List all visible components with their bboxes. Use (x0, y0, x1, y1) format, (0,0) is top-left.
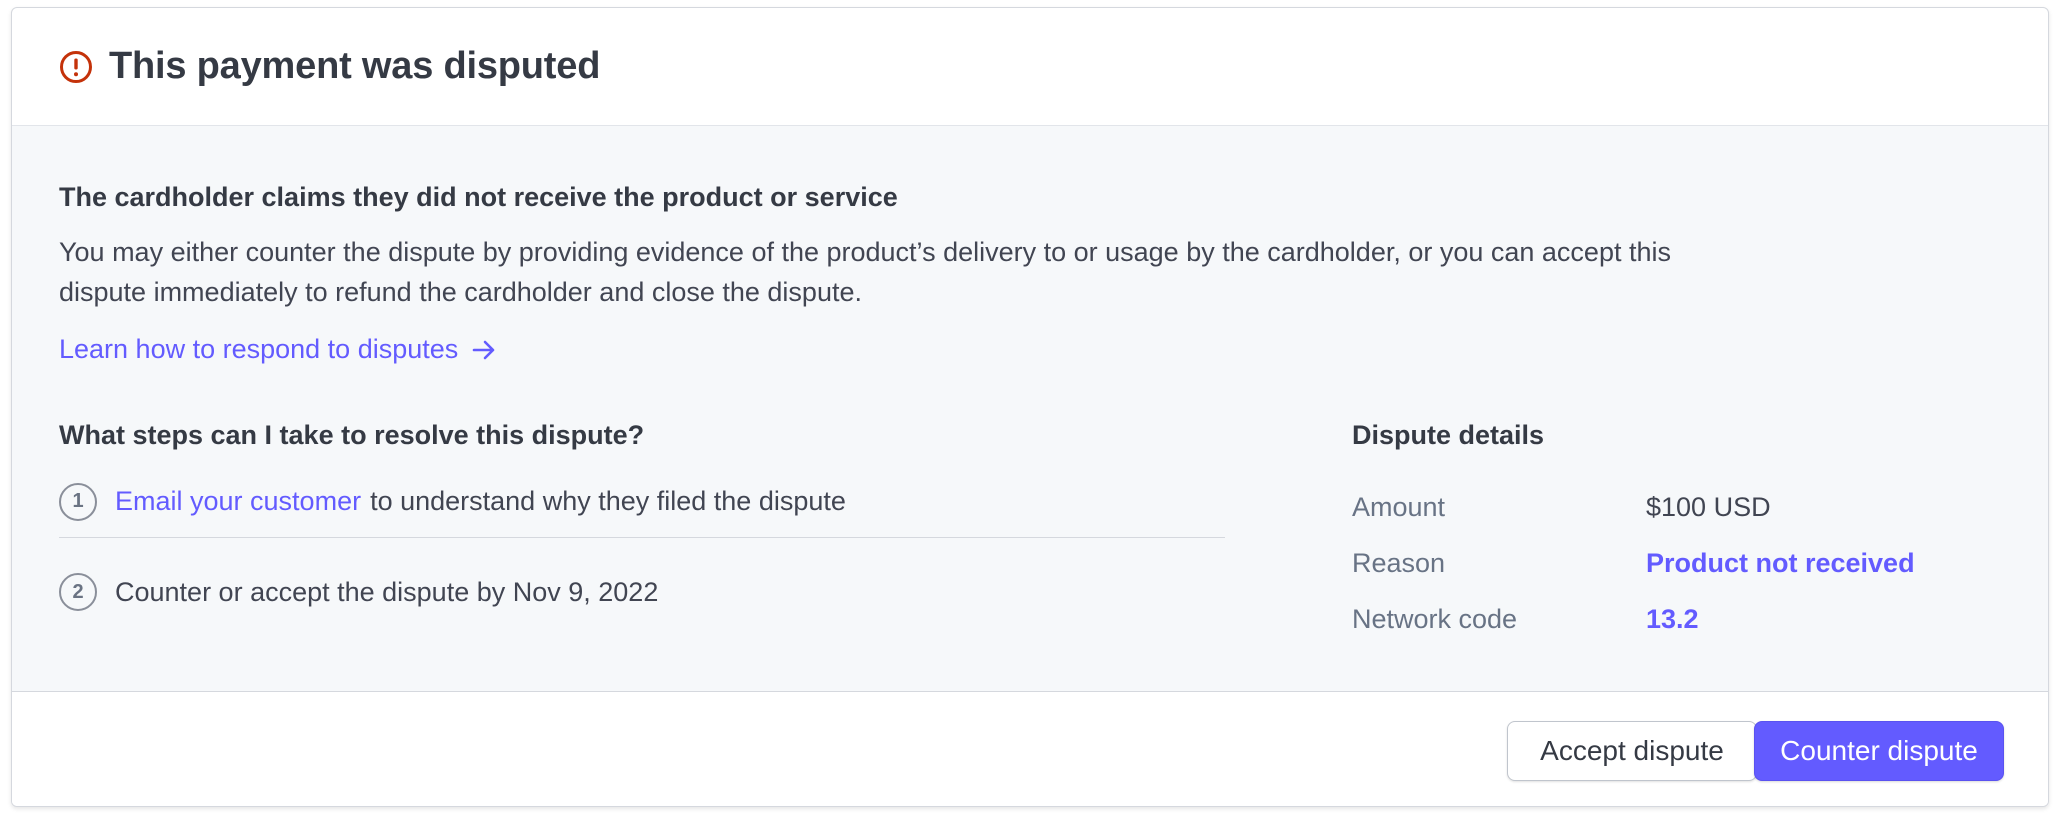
detail-label: Amount (1352, 492, 1446, 522)
claim-heading: The cardholder claims they did not recei… (59, 182, 898, 212)
detail-value: $100 USD (1646, 492, 1771, 522)
step-number-badge: 1 (59, 482, 97, 521)
accept-dispute-button[interactable]: Accept dispute (1507, 721, 1757, 781)
claim-description: You may either counter the dispute by pr… (59, 237, 1671, 307)
dispute-card: This payment was disputed The cardholder… (11, 7, 2049, 807)
step-text: Counter or accept the dispute by Nov 9, … (115, 576, 659, 607)
counter-dispute-button[interactable]: Counter dispute (1754, 721, 2004, 781)
detail-row-reason: Reason Product not received (1352, 548, 1915, 579)
steps-heading: What steps can I take to resolve this di… (59, 420, 645, 450)
card-body: The cardholder claims they did not recei… (12, 126, 2048, 692)
detail-label: Reason (1352, 548, 1446, 578)
detail-row-network-code: Network code 13.2 (1352, 604, 1699, 635)
page-title: This payment was disputed (109, 45, 601, 87)
warning-circle-icon (60, 50, 92, 83)
card-footer: Accept dispute Counter dispute (12, 692, 2048, 806)
detail-label: Network code (1352, 604, 1518, 634)
learn-disputes-link-label: Learn how to respond to disputes (59, 334, 459, 364)
detail-row-amount: Amount $100 USD (1352, 492, 1771, 523)
step-number-badge: 2 (59, 573, 97, 611)
step-text: to understand why they filed the dispute (370, 486, 846, 516)
step-item: 1 Email your customer to understand why … (59, 482, 1225, 538)
dispute-details-heading: Dispute details (1352, 420, 1545, 450)
learn-disputes-link[interactable]: Learn how to respond to disputes (59, 334, 498, 365)
email-customer-link[interactable]: Email your customer (115, 486, 361, 517)
card-header: This payment was disputed (12, 8, 2048, 126)
step-item: 2 Counter or accept the dispute by Nov 9… (59, 570, 1225, 614)
network-code-link[interactable]: 13.2 (1646, 604, 1699, 635)
arrow-right-icon (472, 340, 495, 359)
reason-link[interactable]: Product not received (1646, 548, 1915, 579)
